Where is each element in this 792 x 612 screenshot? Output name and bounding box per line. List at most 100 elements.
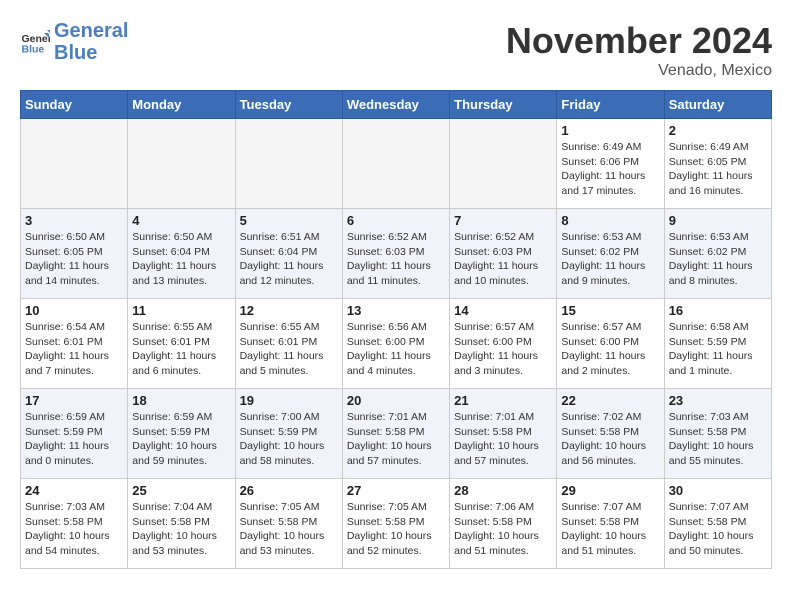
calendar-cell: 21Sunrise: 7:01 AM Sunset: 5:58 PM Dayli… [450, 389, 557, 479]
day-info: Sunrise: 6:50 AM Sunset: 6:04 PM Dayligh… [132, 230, 230, 289]
day-number: 16 [669, 303, 767, 318]
calendar-cell: 18 Sunrise: 6:59 AM Sunset: 5:59 PM Dayli… [128, 389, 235, 479]
day-number: 5 [240, 213, 338, 228]
day-info: Sunrise: 6:53 AM Sunset: 6:02 PM Dayligh… [669, 230, 767, 289]
day-number: 1 [561, 123, 659, 138]
day-info: Sunrise: 6:59 AM Sunset: 5:59 PM Dayligh… [25, 410, 123, 469]
calendar-body: 1 Sunrise: 6:49 AM Sunset: 6:06 PM Daylig… [21, 119, 772, 569]
day-info: Sunrise: 6:54 AM Sunset: 6:01 PM Dayligh… [25, 320, 123, 379]
day-number: 6 [347, 213, 445, 228]
day-info: Sunrise: 7:04 AM Sunset: 5:58 PM Dayligh… [132, 500, 230, 559]
calendar-cell: 19 Sunrise: 7:00 AM Sunset: 5:59 PM Dayli… [235, 389, 342, 479]
calendar-cell: 30 Sunrise: 7:07 AM Sunset: 5:58 PM Dayli… [664, 479, 771, 569]
weekday-header: Tuesday [235, 91, 342, 119]
calendar-cell [235, 119, 342, 209]
day-info: Sunrise: 6:58 AM Sunset: 5:59 PM Dayligh… [669, 320, 767, 379]
day-number: 13 [347, 303, 445, 318]
day-info: Sunrise: 6:59 AM Sunset: 5:59 PM Dayligh… [132, 410, 230, 469]
calendar-cell [128, 119, 235, 209]
logo-general: General [54, 20, 128, 42]
day-number: 2 [669, 123, 767, 138]
logo: General Blue General Blue [20, 20, 128, 64]
calendar-cell: 13Sunrise: 6:56 AM Sunset: 6:00 PM Dayli… [342, 299, 449, 389]
calendar-cell [450, 119, 557, 209]
calendar-table: SundayMondayTuesdayWednesdayThursdayFrid… [20, 90, 772, 569]
day-number: 10 [25, 303, 123, 318]
day-number: 26 [240, 483, 338, 498]
day-info: Sunrise: 7:00 AM Sunset: 5:59 PM Dayligh… [240, 410, 338, 469]
day-number: 19 [240, 393, 338, 408]
calendar-cell: 22 Sunrise: 7:02 AM Sunset: 5:58 PM Dayli… [557, 389, 664, 479]
calendar-cell: 14Sunrise: 6:57 AM Sunset: 6:00 PM Dayli… [450, 299, 557, 389]
day-number: 15 [561, 303, 659, 318]
weekday-row: SundayMondayTuesdayWednesdayThursdayFrid… [21, 91, 772, 119]
day-number: 18 [132, 393, 230, 408]
day-number: 7 [454, 213, 552, 228]
calendar-cell: 9Sunrise: 6:53 AM Sunset: 6:02 PM Daylig… [664, 209, 771, 299]
day-info: Sunrise: 7:07 AM Sunset: 5:58 PM Dayligh… [669, 500, 767, 559]
day-number: 12 [240, 303, 338, 318]
day-info: Sunrise: 6:51 AM Sunset: 6:04 PM Dayligh… [240, 230, 338, 289]
day-info: Sunrise: 7:07 AM Sunset: 5:58 PM Dayligh… [561, 500, 659, 559]
calendar-cell: 8Sunrise: 6:53 AM Sunset: 6:02 PM Daylig… [557, 209, 664, 299]
day-info: Sunrise: 6:57 AM Sunset: 6:00 PM Dayligh… [561, 320, 659, 379]
calendar-cell: 3Sunrise: 6:50 AM Sunset: 6:05 PM Daylig… [21, 209, 128, 299]
calendar-cell: 5 Sunrise: 6:51 AM Sunset: 6:04 PM Daylig… [235, 209, 342, 299]
day-number: 14 [454, 303, 552, 318]
calendar-cell: 17Sunrise: 6:59 AM Sunset: 5:59 PM Dayli… [21, 389, 128, 479]
day-info: Sunrise: 7:05 AM Sunset: 5:58 PM Dayligh… [347, 500, 445, 559]
weekday-header: Wednesday [342, 91, 449, 119]
day-number: 24 [25, 483, 123, 498]
day-info: Sunrise: 6:52 AM Sunset: 6:03 PM Dayligh… [347, 230, 445, 289]
weekday-header: Thursday [450, 91, 557, 119]
calendar-cell: 1 Sunrise: 6:49 AM Sunset: 6:06 PM Daylig… [557, 119, 664, 209]
day-number: 22 [561, 393, 659, 408]
day-number: 23 [669, 393, 767, 408]
day-info: Sunrise: 6:55 AM Sunset: 6:01 PM Dayligh… [132, 320, 230, 379]
day-number: 25 [132, 483, 230, 498]
day-info: Sunrise: 7:03 AM Sunset: 5:58 PM Dayligh… [25, 500, 123, 559]
day-number: 3 [25, 213, 123, 228]
calendar-cell: 10 Sunrise: 6:54 AM Sunset: 6:01 PM Dayli… [21, 299, 128, 389]
calendar-cell: 27 Sunrise: 7:05 AM Sunset: 5:58 PM Dayli… [342, 479, 449, 569]
calendar-cell: 11 Sunrise: 6:55 AM Sunset: 6:01 PM Dayli… [128, 299, 235, 389]
logo-icon: General Blue [20, 27, 50, 57]
day-number: 30 [669, 483, 767, 498]
calendar-week-row: 10 Sunrise: 6:54 AM Sunset: 6:01 PM Dayli… [21, 299, 772, 389]
month-title: November 2024 [506, 20, 772, 62]
day-number: 11 [132, 303, 230, 318]
calendar-cell: 23 Sunrise: 7:03 AM Sunset: 5:58 PM Dayli… [664, 389, 771, 479]
title-block: November 2024 Venado, Mexico [506, 20, 772, 80]
calendar-header: SundayMondayTuesdayWednesdayThursdayFrid… [21, 91, 772, 119]
calendar-cell: 20 Sunrise: 7:01 AM Sunset: 5:58 PM Dayli… [342, 389, 449, 479]
calendar-week-row: 1 Sunrise: 6:49 AM Sunset: 6:06 PM Daylig… [21, 119, 772, 209]
day-number: 20 [347, 393, 445, 408]
day-info: Sunrise: 7:06 AM Sunset: 5:58 PM Dayligh… [454, 500, 552, 559]
weekday-header: Monday [128, 91, 235, 119]
day-info: Sunrise: 6:49 AM Sunset: 6:05 PM Dayligh… [669, 140, 767, 199]
calendar-cell: 25 Sunrise: 7:04 AM Sunset: 5:58 PM Dayli… [128, 479, 235, 569]
calendar-cell: 28 Sunrise: 7:06 AM Sunset: 5:58 PM Dayli… [450, 479, 557, 569]
day-info: Sunrise: 7:01 AM Sunset: 5:58 PM Dayligh… [347, 410, 445, 469]
weekday-header: Saturday [664, 91, 771, 119]
calendar-cell: 26Sunrise: 7:05 AM Sunset: 5:58 PM Dayli… [235, 479, 342, 569]
day-info: Sunrise: 7:02 AM Sunset: 5:58 PM Dayligh… [561, 410, 659, 469]
calendar-cell: 6 Sunrise: 6:52 AM Sunset: 6:03 PM Daylig… [342, 209, 449, 299]
calendar-cell: 7 Sunrise: 6:52 AM Sunset: 6:03 PM Daylig… [450, 209, 557, 299]
day-info: Sunrise: 6:53 AM Sunset: 6:02 PM Dayligh… [561, 230, 659, 289]
day-number: 27 [347, 483, 445, 498]
day-info: Sunrise: 6:55 AM Sunset: 6:01 PM Dayligh… [240, 320, 338, 379]
day-number: 28 [454, 483, 552, 498]
day-info: Sunrise: 7:01 AM Sunset: 5:58 PM Dayligh… [454, 410, 552, 469]
page-header: General Blue General Blue November 2024 … [20, 20, 772, 80]
logo-text: General Blue [54, 20, 128, 64]
day-number: 29 [561, 483, 659, 498]
day-info: Sunrise: 6:49 AM Sunset: 6:06 PM Dayligh… [561, 140, 659, 199]
calendar-week-row: 17Sunrise: 6:59 AM Sunset: 5:59 PM Dayli… [21, 389, 772, 479]
calendar-cell: 12 Sunrise: 6:55 AM Sunset: 6:01 PM Dayli… [235, 299, 342, 389]
day-info: Sunrise: 7:03 AM Sunset: 5:58 PM Dayligh… [669, 410, 767, 469]
day-info: Sunrise: 6:52 AM Sunset: 6:03 PM Dayligh… [454, 230, 552, 289]
calendar-week-row: 3Sunrise: 6:50 AM Sunset: 6:05 PM Daylig… [21, 209, 772, 299]
location: Venado, Mexico [506, 62, 772, 80]
calendar-cell: 15 Sunrise: 6:57 AM Sunset: 6:00 PM Dayli… [557, 299, 664, 389]
